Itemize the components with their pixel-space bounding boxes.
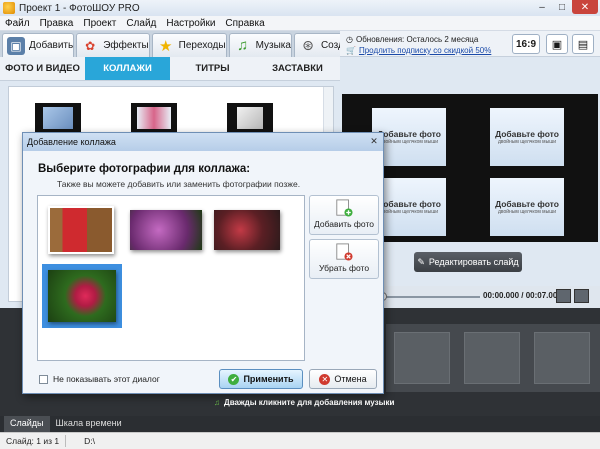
empty-slide[interactable] <box>394 332 450 384</box>
menu-settings[interactable]: Настройки <box>161 18 220 29</box>
tab-music[interactable]: ♫ Музыка <box>228 33 292 57</box>
fullscreen-icon[interactable] <box>556 289 571 303</box>
stop-icon[interactable] <box>574 289 589 303</box>
close-window-button[interactable]: ✕ <box>572 0 598 14</box>
menu-file[interactable]: Файл <box>0 18 35 29</box>
app-logo-icon <box>3 2 15 14</box>
photo-thumbnail[interactable] <box>48 206 114 254</box>
add-collage-dialog: Добавление коллажа ✕ Выберите фотографии… <box>22 132 384 394</box>
music-hint[interactable]: ♫ Дважды кликните для добавления музыки <box>214 398 394 407</box>
renew-subscription-link[interactable]: Продлить подписку со скидкой 50% <box>359 46 491 55</box>
effects-palette-icon: ✿ <box>85 38 96 53</box>
photo-placeholder[interactable]: Добавьте фото двойным щелчком мыши <box>490 108 564 166</box>
minimize-button[interactable]: – <box>532 0 552 14</box>
menu-slide[interactable]: Слайд <box>121 18 161 29</box>
pencil-icon: ✎ <box>417 256 425 267</box>
sub-tabs: ФОТО И ВИДЕО КОЛЛАЖИ ТИТРЫ ЗАСТАВКИ <box>0 57 340 81</box>
menu-bar: Файл Правка Проект Слайд Настройки Справ… <box>0 16 600 31</box>
checkmark-icon: ✔ <box>228 373 240 385</box>
tab-transitions[interactable]: ★ Переходы <box>151 33 227 57</box>
menu-help[interactable]: Справка <box>220 18 269 29</box>
menu-edit[interactable]: Правка <box>35 18 79 29</box>
menu-project[interactable]: Проект <box>78 18 121 29</box>
dont-show-label: Не показывать этот диалог <box>53 374 160 384</box>
timecode: 00:00.000 / 00:07.000 <box>483 291 562 300</box>
photo-placeholder[interactable]: Добавьте фото двойным щелчком мыши <box>490 178 564 236</box>
selected-photo[interactable] <box>42 264 122 328</box>
dialog-close-button[interactable]: ✕ <box>368 135 380 147</box>
slide-strip[interactable] <box>386 324 600 392</box>
tab-music-label: Музыка <box>255 40 291 51</box>
window-controls: – □ ✕ <box>532 0 598 16</box>
seek-slider[interactable] <box>384 296 480 298</box>
clock-icon: ◷ <box>346 35 353 44</box>
toolbox-icon[interactable]: ▤ <box>572 34 594 54</box>
collage-thumbnail[interactable] <box>131 103 177 133</box>
create-film-icon: ⊛ <box>302 37 314 53</box>
dialog-title: Добавление коллажа <box>27 137 116 147</box>
maximize-button[interactable]: □ <box>552 0 572 14</box>
dialog-title-bar: Добавление коллажа ✕ <box>23 133 383 151</box>
music-note-icon: ♫ <box>214 398 220 407</box>
remove-photo-button[interactable]: Убрать фото <box>309 239 379 279</box>
updates-text: Обновления: Осталось 2 месяца <box>355 35 479 44</box>
tab-timeline[interactable]: Шкала времени <box>50 416 128 432</box>
add-photo-label: Добавить фото <box>314 219 374 229</box>
subtab-collages[interactable]: КОЛЛАЖИ <box>85 57 170 80</box>
tab-effects-label: Эффекты <box>103 40 149 51</box>
add-photo-button[interactable]: Добавить фото <box>309 195 379 235</box>
photo-thumbnail[interactable] <box>214 210 280 250</box>
subtab-intros[interactable]: ЗАСТАВКИ <box>255 57 340 80</box>
placeholder-hint: двойным щелчком мыши <box>497 139 557 145</box>
slide-counter: Слайд: 1 из 1 <box>6 436 60 446</box>
dialog-heading: Выберите фотографии для коллажа: <box>38 163 251 175</box>
status-bar: Слайд: 1 из 1 D:\ <box>0 432 600 449</box>
dont-show-option[interactable]: Не показывать этот диалог <box>39 374 160 384</box>
dont-show-checkbox[interactable] <box>39 374 48 384</box>
placeholder-title: Добавьте фото <box>495 129 559 139</box>
edit-slide-label: Редактировать слайд <box>428 257 519 267</box>
photo-list[interactable] <box>37 195 305 361</box>
tab-transitions-label: Переходы <box>178 40 226 51</box>
main-tabs: ▣ Добавить ✿ Эффекты ★ Переходы ♫ Музыка… <box>0 31 360 57</box>
aspect-ratio-button[interactable]: 16:9 <box>512 34 540 54</box>
empty-slide[interactable] <box>464 332 520 384</box>
updates-line: ◷ Обновления: Осталось 2 месяца <box>346 35 478 44</box>
apply-button[interactable]: ✔ Применить <box>219 369 303 389</box>
edit-slide-button[interactable]: ✎ Редактировать слайд <box>414 252 522 272</box>
file-path: D:\ <box>84 436 95 446</box>
placeholder-hint: двойным щелчком мыши <box>497 209 557 215</box>
music-note-icon: ♫ <box>236 37 249 54</box>
apply-label: Применить <box>243 374 294 384</box>
tab-add-label: Добавить <box>29 40 74 51</box>
remove-photo-label: Убрать фото <box>318 263 370 273</box>
add-photo-icon <box>336 199 353 217</box>
window-title: Проект 1 - ФотоШОУ PRO <box>19 2 140 14</box>
photo-thumbnail[interactable] <box>48 270 116 322</box>
bottom-tabs: Слайды Шкала времени <box>0 416 600 432</box>
add-photos-icon: ▣ <box>7 36 25 55</box>
cancel-button[interactable]: ✕ Отмена <box>309 369 377 389</box>
cart-icon: 🛒 <box>346 46 356 55</box>
empty-slide[interactable] <box>534 332 590 384</box>
image-settings-icon[interactable]: ▣ <box>546 34 568 54</box>
tab-add[interactable]: ▣ Добавить <box>2 33 75 57</box>
divider <box>65 435 78 447</box>
placeholder-title: Добавьте фото <box>495 199 559 209</box>
subtab-photo-video[interactable]: ФОТО И ВИДЕО <box>0 57 85 80</box>
photo-thumbnail[interactable] <box>130 210 202 250</box>
transitions-star-icon: ★ <box>158 37 173 55</box>
collage-thumbnail[interactable] <box>227 103 273 133</box>
music-hint-label: Дважды кликните для добавления музыки <box>224 398 395 407</box>
subtab-titles[interactable]: ТИТРЫ <box>170 57 255 80</box>
cancel-label: Отмена <box>334 374 367 384</box>
tab-slides[interactable]: Слайды <box>4 416 50 432</box>
renew-line: 🛒 Продлить подписку со скидкой 50% <box>346 46 491 55</box>
collage-thumbnail[interactable] <box>35 103 81 133</box>
tab-effects[interactable]: ✿ Эффекты <box>76 33 150 57</box>
cancel-icon: ✕ <box>319 373 331 385</box>
title-bar: Проект 1 - ФотоШОУ PRO – □ ✕ <box>0 0 600 16</box>
remove-photo-icon <box>336 243 353 261</box>
dialog-subheading: Также вы можете добавить или заменить фо… <box>57 179 301 189</box>
